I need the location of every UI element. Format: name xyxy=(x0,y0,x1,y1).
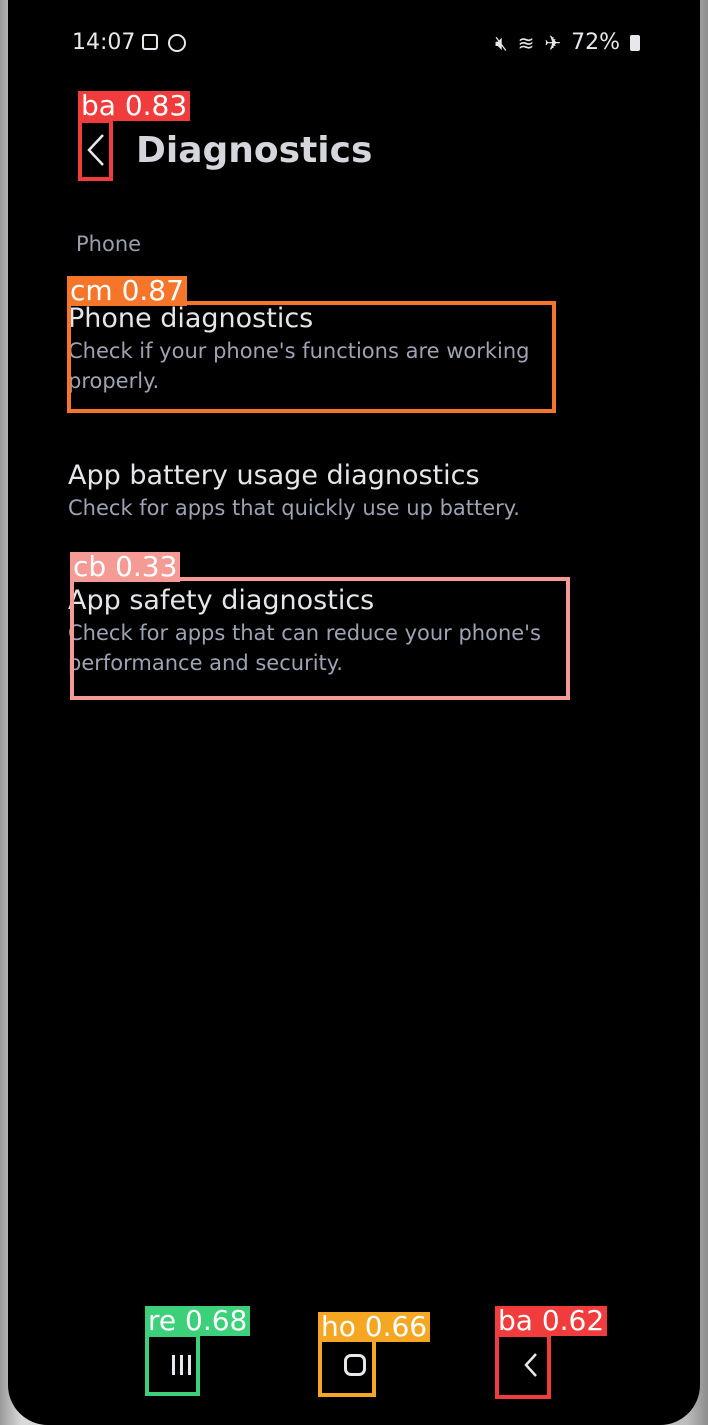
status-time: 14:07 xyxy=(72,30,136,55)
screen: 14:07 🔇︎ ≋ ✈ 72% Diagnostics Phone Phone… xyxy=(8,0,700,1425)
detection-label: ba 0.83 xyxy=(78,91,191,121)
status-left-icons xyxy=(142,34,186,52)
detection-box-nav-back xyxy=(495,1333,551,1399)
detection-box-phone-diagnostics xyxy=(67,301,556,413)
detection-label: cb 0.33 xyxy=(70,552,181,582)
list-item-app-battery-usage[interactable]: App battery usage diagnostics Check for … xyxy=(68,459,558,523)
detection-label: re 0.68 xyxy=(145,1306,251,1336)
detection-box-recents xyxy=(145,1333,200,1396)
detection-box-back xyxy=(78,119,113,181)
phone-frame: 14:07 🔇︎ ≋ ✈ 72% Diagnostics Phone Phone… xyxy=(0,0,708,1425)
detection-label: cm 0.87 xyxy=(67,276,187,306)
detection-box-app-safety xyxy=(70,577,570,700)
circle-icon xyxy=(168,34,186,52)
battery-icon xyxy=(630,34,640,51)
section-header-phone: Phone xyxy=(76,232,142,256)
airplane-icon: ✈ xyxy=(544,30,562,55)
status-right-icons: 🔇︎ ≋ ✈ 72% xyxy=(495,30,640,55)
item-title: App battery usage diagnostics xyxy=(68,460,480,491)
mute-icon: 🔇︎ xyxy=(494,30,508,55)
detection-label: ho 0.66 xyxy=(318,1312,431,1342)
item-subtitle: Check for apps that quickly use up batte… xyxy=(68,496,520,520)
battery-percent: 72% xyxy=(571,30,620,55)
page-title: Diagnostics xyxy=(136,130,373,171)
wifi-icon: ≋ xyxy=(517,30,535,55)
detection-label: ba 0.62 xyxy=(495,1306,608,1336)
detection-box-home xyxy=(318,1337,376,1397)
checkbox-icon xyxy=(142,34,158,50)
